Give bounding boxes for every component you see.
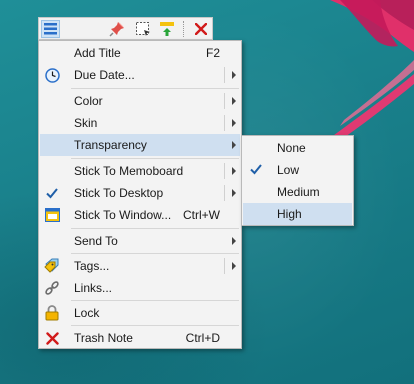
pin-icon [108, 22, 124, 37]
menu-item-label: Due Date... [74, 68, 135, 82]
submenu-separator [224, 67, 225, 83]
transparency-option-high[interactable]: High [243, 203, 352, 225]
close-icon [194, 23, 207, 35]
clock-icon [44, 67, 60, 83]
menu-item-due-date[interactable]: Due Date... [40, 64, 240, 86]
tags-icon [44, 258, 60, 274]
menu-item-color[interactable]: Color [40, 90, 240, 112]
menu-item-label: Trash Note [74, 331, 133, 345]
menu-item-label: Lock [74, 306, 100, 320]
menu-item-label: Tags... [74, 259, 110, 273]
submenu-separator [224, 115, 225, 131]
menu-item-label: Color [74, 94, 103, 108]
checkmark-icon [44, 185, 60, 201]
menu-item-stick-to-desktop[interactable]: Stick To Desktop [40, 182, 240, 204]
submenu-separator [224, 258, 225, 274]
select-marquee-icon [135, 22, 150, 36]
option-label: Medium [277, 185, 320, 199]
menu-item-transparency[interactable]: Transparency [40, 134, 240, 156]
menu-item-label: Add Title [74, 46, 121, 60]
menu-item-links[interactable]: Links... [40, 277, 240, 299]
transparency-option-low[interactable]: Low [243, 159, 352, 181]
menu-separator [71, 300, 239, 301]
menu-separator [71, 325, 239, 326]
menu-item-label: Links... [74, 281, 113, 295]
submenu-separator [224, 93, 225, 109]
submenu-arrow-icon [232, 189, 236, 197]
close-button[interactable] [191, 20, 210, 38]
menu-item-stick-to-memoboard[interactable]: Stick To Memoboard [40, 160, 240, 182]
menu-item-add-title[interactable]: Add Title F2 [40, 42, 240, 64]
note-context-menu: Add Title F2 Due Date... Color Skin Tran… [38, 40, 242, 349]
transparency-option-medium[interactable]: Medium [243, 181, 352, 203]
link-icon [44, 280, 60, 296]
menu-item-lock[interactable]: Lock [40, 302, 240, 324]
menu-item-shortcut: F2 [205, 46, 220, 60]
transparency-submenu: None Low Medium High [241, 135, 354, 226]
menu-separator [71, 88, 239, 89]
checkmark-icon [250, 163, 262, 178]
select-button[interactable] [133, 20, 152, 38]
submenu-arrow-icon [232, 141, 236, 149]
menu-item-label: Stick To Memoboard [74, 164, 184, 178]
menu-separator [71, 253, 239, 254]
submenu-arrow-icon [232, 119, 236, 127]
menu-button[interactable] [41, 20, 60, 38]
roll-up-icon [159, 22, 174, 36]
option-label: Low [277, 163, 300, 177]
submenu-separator [224, 185, 225, 201]
menu-item-stick-to-window[interactable]: Stick To Window... Ctrl+W [40, 204, 240, 226]
menu-item-send-to[interactable]: Send To [40, 230, 240, 252]
menu-item-shortcut: Ctrl+D [185, 331, 220, 345]
menu-item-label: Transparency [74, 138, 147, 152]
submenu-arrow-icon [232, 167, 236, 175]
submenu-separator [224, 163, 225, 179]
transparency-option-none[interactable]: None [243, 137, 352, 159]
pin-button[interactable] [107, 20, 126, 38]
menu-item-trash-note[interactable]: Trash Note Ctrl+D [40, 327, 240, 349]
menu-item-label: Stick To Window... [74, 208, 172, 222]
menu-item-tags[interactable]: Tags... [40, 255, 240, 277]
submenu-arrow-icon [232, 71, 236, 79]
note-toolbar [38, 17, 213, 40]
menu-item-skin[interactable]: Skin [40, 112, 240, 134]
window-icon [44, 207, 60, 223]
submenu-arrow-icon [232, 237, 236, 245]
menu-item-shortcut: Ctrl+W [183, 208, 220, 222]
red-x-icon [44, 330, 60, 346]
menu-item-label: Stick To Desktop [74, 186, 164, 200]
option-label: None [277, 141, 306, 155]
menu-lines-icon [44, 23, 57, 35]
submenu-arrow-icon [232, 262, 236, 270]
toolbar-separator [183, 21, 184, 37]
menu-separator [71, 228, 239, 229]
option-label: High [277, 207, 302, 221]
menu-separator [71, 158, 239, 159]
menu-item-label: Skin [74, 116, 98, 130]
menu-item-label: Send To [74, 234, 118, 248]
roll-up-button[interactable] [157, 20, 176, 38]
padlock-icon [44, 305, 60, 321]
submenu-arrow-icon [232, 97, 236, 105]
